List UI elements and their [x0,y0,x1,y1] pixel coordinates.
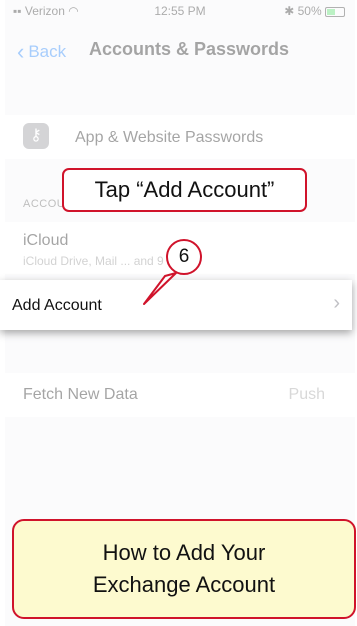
navigation-bar: ‹ Back Accounts & Passwords [5,30,355,70]
status-bar: ▪▪ Verizon ◠ 12:55 PM ✱ 50% [5,0,355,22]
row-label: Add Account [12,297,102,314]
page-title: Accounts & Passwords [89,39,290,59]
guide-title-line2: Exchange Account [92,572,276,597]
row-label: App & Website Passwords [75,129,264,146]
step-badge-pointer [143,272,177,305]
guide-title-line1: How to Add Your [102,540,266,565]
battery-percent: 50% [297,4,322,18]
back-button[interactable]: ‹ Back [17,39,66,65]
tap-instruction-callout: Tap “Add Account” [62,168,307,212]
chevron-left-icon: ‹ [17,39,25,64]
fetch-new-data-row[interactable]: Fetch New Data Push [5,373,355,417]
row-label: Fetch New Data [23,386,138,403]
row-label: iCloud [23,232,69,249]
back-label: Back [28,42,67,61]
row-value: Push [288,386,325,403]
step-number: 6 [178,246,190,267]
chevron-right-icon: › [333,292,340,314]
battery-icon [325,6,345,17]
key-icon: ⚷ [23,123,49,149]
bluetooth-icon: ✱ [284,4,295,18]
app-website-passwords-row[interactable]: ⚷ App & Website Passwords [5,115,355,159]
guide-title-callout: How to Add Your Exchange Account [12,519,356,619]
